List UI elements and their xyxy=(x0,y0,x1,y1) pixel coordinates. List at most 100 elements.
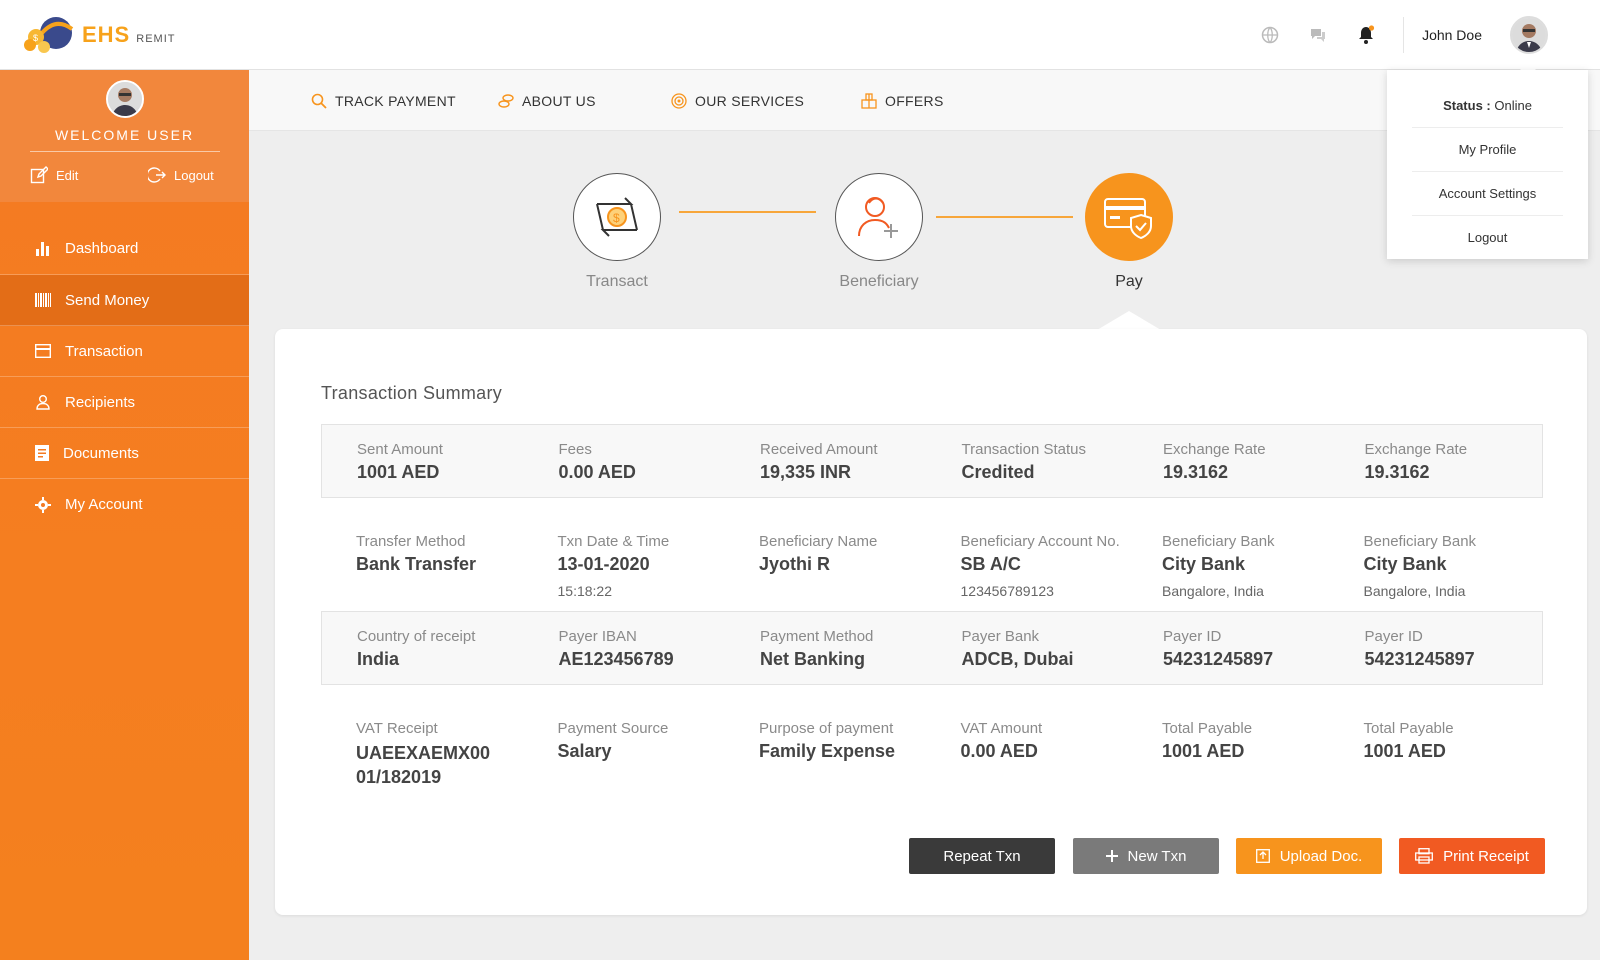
sidebar-item-documents[interactable]: Documents xyxy=(0,428,249,479)
cell-value: SB A/C xyxy=(960,554,1021,574)
svg-text:$: $ xyxy=(613,211,620,225)
summary-cell: Country of receipt India xyxy=(322,612,524,684)
step-beneficiary[interactable]: Beneficiary xyxy=(826,173,932,291)
globe-icon[interactable] xyxy=(1259,24,1281,46)
summary-cell: Total Payable 1001 AED xyxy=(1329,704,1531,794)
sidebar-item-transaction[interactable]: Transaction xyxy=(0,326,249,377)
step-label: Transact xyxy=(586,273,648,290)
chat-icon[interactable] xyxy=(1307,24,1329,46)
dropdown-item-label: My Profile xyxy=(1458,142,1517,157)
bell-icon[interactable] xyxy=(1355,24,1377,46)
bar-chart-icon xyxy=(36,242,49,256)
sidebar-item-send-money[interactable]: Send Money xyxy=(0,275,249,326)
nav-label: TRACK PAYMENT xyxy=(335,92,456,109)
new-txn-button[interactable]: New Txn xyxy=(1073,838,1219,874)
status-value: Online xyxy=(1494,98,1532,113)
sidebar-edit-link[interactable]: Edit xyxy=(30,166,78,184)
cell-label: Country of receipt xyxy=(357,628,476,645)
cell-label: Beneficiary Bank xyxy=(1162,533,1275,550)
cell-label: Payer ID xyxy=(1364,628,1423,645)
summary-cell: Beneficiary Bank City Bank Bangalore, Indi… xyxy=(1127,517,1329,607)
dropdown-logout[interactable]: Logout xyxy=(1412,216,1563,259)
nav-track-payment[interactable]: TRACK PAYMENT xyxy=(311,70,456,131)
cell-label: Transaction Status xyxy=(961,441,1087,458)
logo-mark-icon: $ xyxy=(24,17,74,53)
step-transact[interactable]: $ Transact xyxy=(570,173,664,291)
upload-doc-button[interactable]: Upload Doc. xyxy=(1236,838,1382,874)
cell-value: 19.3162 xyxy=(1163,462,1229,482)
sidebar-logout-label: Logout xyxy=(174,167,214,183)
brand-name: EHS xyxy=(82,22,131,47)
brand-sub: REMIT xyxy=(136,33,176,45)
sidebar-item-label: Documents xyxy=(63,444,139,462)
svg-text:$: $ xyxy=(33,33,38,43)
printer-icon xyxy=(1415,848,1434,864)
cell-label: Exchange Rate xyxy=(1163,441,1266,458)
summary-cell: Payment Method Net Banking xyxy=(725,612,927,684)
cell-value: 54231245897 xyxy=(1364,649,1475,669)
nav-about-us[interactable]: ABOUT US xyxy=(498,70,596,131)
header-actions: John Doe xyxy=(1259,0,1600,70)
header-avatar[interactable] xyxy=(1510,16,1548,54)
sidebar-menu: Dashboard Send Money Transaction Recipie… xyxy=(0,222,249,530)
cell-value: Bank Transfer xyxy=(356,554,477,574)
coins-icon xyxy=(498,93,514,108)
cell-label: Purpose of payment xyxy=(759,720,894,737)
sidebar-item-label: Recipients xyxy=(65,393,136,411)
repeat-txn-button[interactable]: Repeat Txn xyxy=(909,838,1055,874)
cell-label: Transfer Method xyxy=(356,533,466,550)
transaction-summary-card: Transaction Summary Sent Amount 1001 AED … xyxy=(275,329,1587,915)
summary-cell: Beneficiary Name Jyothi R xyxy=(724,517,926,607)
step-label: Pay xyxy=(1115,273,1143,290)
sidebar-item-dashboard[interactable]: Dashboard xyxy=(0,222,249,275)
cell-label: Payer Bank xyxy=(961,628,1040,645)
summary-cell: Sent Amount 1001 AED xyxy=(322,425,524,497)
summary-cell: Fees 0.00 AED xyxy=(524,425,726,497)
nav-offers[interactable]: OFFERS xyxy=(861,70,944,131)
nav-our-services[interactable]: OUR SERVICES xyxy=(671,70,804,131)
cell-value: India xyxy=(357,649,400,669)
nav-label: OFFERS xyxy=(885,92,944,109)
sidebar-welcome: WELCOME USER xyxy=(54,127,195,143)
sidebar-item-my-account[interactable]: My Account xyxy=(0,479,249,530)
top-bar: $ EHS REMIT John Doe xyxy=(0,0,1600,70)
dropdown-my-profile[interactable]: My Profile xyxy=(1412,128,1563,172)
step-pay-circle xyxy=(1085,173,1173,261)
step-pay[interactable]: Pay xyxy=(1082,173,1176,291)
cell-value: 1001 AED xyxy=(1363,741,1446,761)
summary-cell: Payer Bank ADCB, Dubai xyxy=(927,612,1129,684)
sidebar-item-label: Dashboard xyxy=(65,239,139,257)
cell-label: Payment Source xyxy=(557,720,669,737)
sidebar-item-recipients[interactable]: Recipients xyxy=(0,377,249,428)
sidebar-logout-link[interactable]: Logout xyxy=(148,166,214,184)
print-receipt-button[interactable]: Print Receipt xyxy=(1399,838,1545,874)
cell-label: Received Amount xyxy=(760,441,878,458)
summary-cell: VAT Receipt UAEEXAEMX00 01/182019 xyxy=(321,704,523,794)
summary-cell: Beneficiary Bank City Bank Bangalore, Indi… xyxy=(1329,517,1531,607)
cell-value: 0.00 AED xyxy=(558,462,636,482)
brand-logo[interactable]: $ EHS REMIT xyxy=(22,14,175,56)
cell-label: Sent Amount xyxy=(357,441,443,458)
step-connector xyxy=(936,216,1073,218)
cell-value: Credited xyxy=(961,462,1035,482)
summary-cell: Exchange Rate 19.3162 xyxy=(1128,425,1330,497)
card-icon xyxy=(35,344,51,358)
new-txn-label: New Txn xyxy=(1127,847,1187,865)
user-dropdown: Status : Online My Profile Account Setti… xyxy=(1387,70,1588,259)
summary-cell: Received Amount 19,335 INR xyxy=(725,425,927,497)
cell-label: Payment Method xyxy=(760,628,874,645)
cell-sub: Bangalore, India xyxy=(1162,583,1264,599)
header-user-name[interactable]: John Doe xyxy=(1422,27,1482,43)
card-pointer xyxy=(1097,311,1161,330)
document-icon xyxy=(35,445,49,461)
search-icon xyxy=(311,93,327,109)
add-user-icon xyxy=(858,197,898,238)
summary-cell: VAT Amount 0.00 AED xyxy=(926,704,1128,794)
nav-label: ABOUT US xyxy=(522,92,596,109)
summary-cell: Payer ID 54231245897 xyxy=(1128,612,1330,684)
cell-value: Salary xyxy=(557,741,612,761)
dropdown-account-settings[interactable]: Account Settings xyxy=(1412,172,1563,216)
dropdown-item-label: Logout xyxy=(1467,230,1508,245)
cell-sub: 15:18:22 xyxy=(557,583,613,599)
nav-label: OUR SERVICES xyxy=(695,92,805,109)
